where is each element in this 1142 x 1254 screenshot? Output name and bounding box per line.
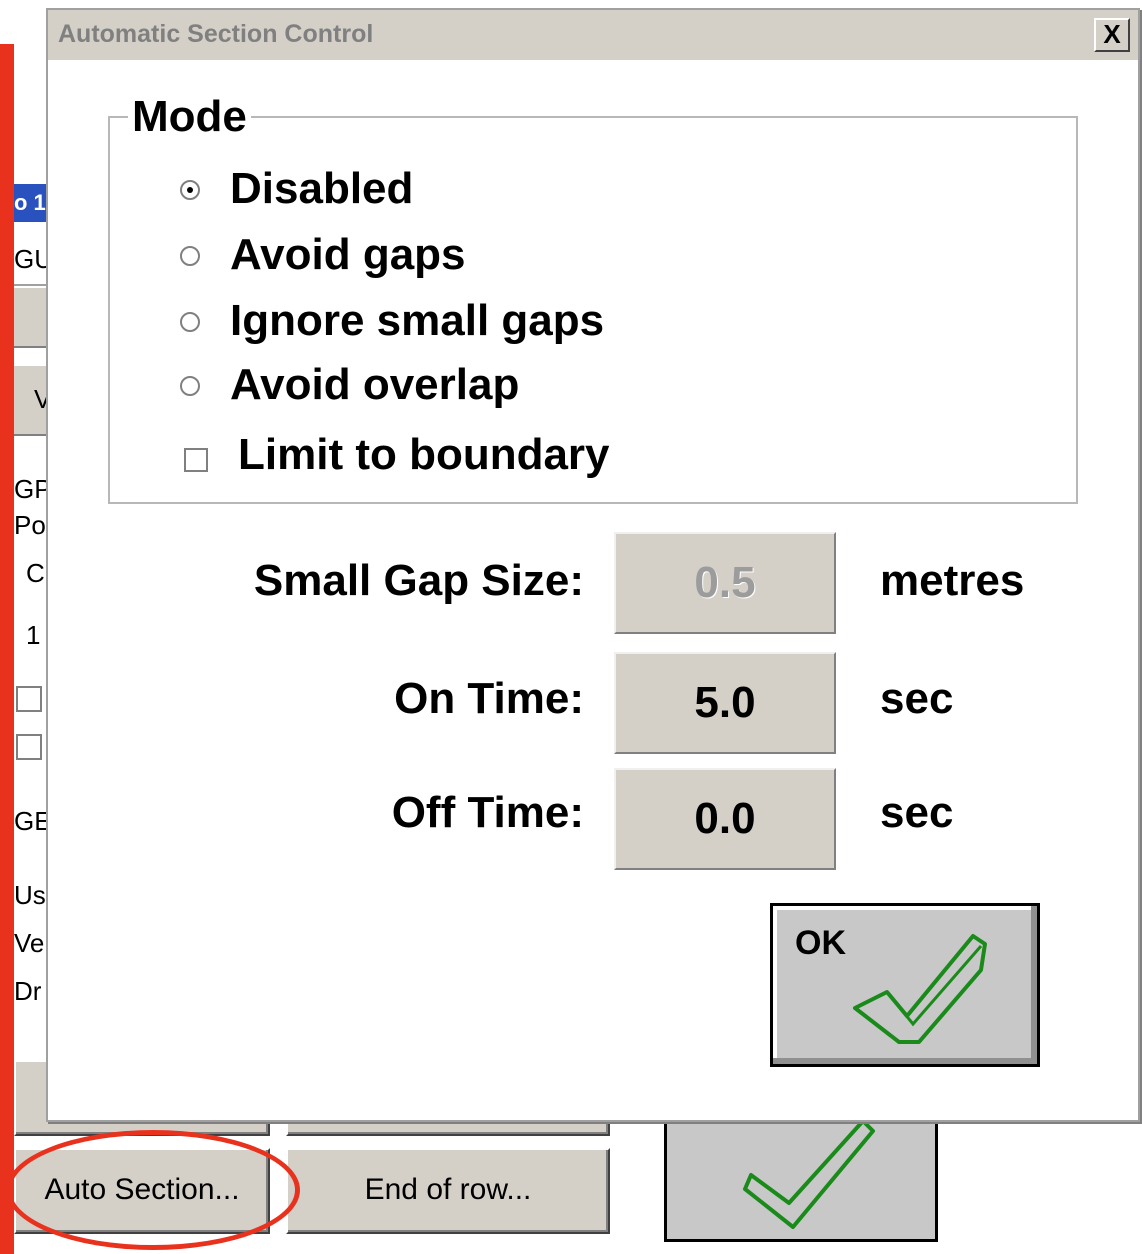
- limit-to-boundary-label: Limit to boundary: [238, 430, 610, 479]
- checkmark-icon: [743, 1119, 875, 1229]
- off-time-unit: sec: [880, 788, 954, 837]
- background-text-fragment: Ve: [14, 928, 45, 958]
- ok-label: OK: [795, 924, 846, 962]
- background-text-fragment: C: [26, 558, 45, 588]
- dialog-titlebar[interactable]: Automatic Section Control X: [48, 10, 1138, 60]
- ok-button[interactable]: OK: [770, 903, 1040, 1067]
- radio-icon[interactable]: [180, 312, 200, 332]
- checkmark-icon: [853, 934, 987, 1044]
- on-time-unit: sec: [880, 674, 954, 723]
- annotation-highlight-ellipse: [6, 1130, 300, 1250]
- mode-group: Mode Disabled Avoid gaps Ignore small ga…: [108, 92, 1078, 504]
- background-button-fragment[interactable]: [14, 286, 48, 348]
- close-button[interactable]: X: [1094, 18, 1130, 52]
- dialog-title: Automatic Section Control: [58, 20, 374, 48]
- close-icon: X: [1103, 19, 1121, 49]
- background-checkbox[interactable]: [16, 734, 42, 760]
- background-text-fragment: Us: [14, 880, 46, 910]
- on-time-field[interactable]: 5.0: [614, 652, 836, 754]
- background-text-fragment: Po: [14, 510, 46, 540]
- annotation-highlight-line: [0, 44, 14, 1254]
- small-gap-size-label: Small Gap Size:: [253, 556, 584, 605]
- mode-option-label: Ignore small gaps: [230, 296, 605, 345]
- on-time-label: On Time:: [394, 674, 584, 723]
- automatic-section-control-dialog: Automatic Section Control X Mode Disable…: [46, 8, 1140, 1122]
- background-text-fragment: Dr: [14, 976, 42, 1006]
- mode-option-label: Disabled: [230, 164, 414, 213]
- mode-legend: Mode: [128, 92, 251, 142]
- radio-icon[interactable]: [180, 376, 200, 396]
- background-button-fragment[interactable]: V: [14, 364, 51, 436]
- background-text-fragment: 1: [26, 620, 41, 650]
- small-gap-size-field[interactable]: 0.5: [614, 532, 836, 634]
- mode-option-label: Avoid overlap: [230, 360, 520, 409]
- radio-icon[interactable]: [180, 246, 200, 266]
- off-time-label: Off Time:: [391, 788, 584, 837]
- mode-option-label: Avoid gaps: [230, 230, 466, 279]
- background-checkbox[interactable]: [16, 686, 42, 712]
- off-time-field[interactable]: 0.0: [614, 768, 836, 870]
- checkbox-icon[interactable]: [184, 448, 208, 472]
- small-gap-size-unit: metres: [880, 556, 1025, 605]
- radio-selected-icon[interactable]: [180, 180, 200, 200]
- background-ok-button[interactable]: [664, 1108, 938, 1242]
- background-title-fragment: o 1: [14, 184, 46, 222]
- end-of-row-button[interactable]: End of row...: [286, 1148, 610, 1234]
